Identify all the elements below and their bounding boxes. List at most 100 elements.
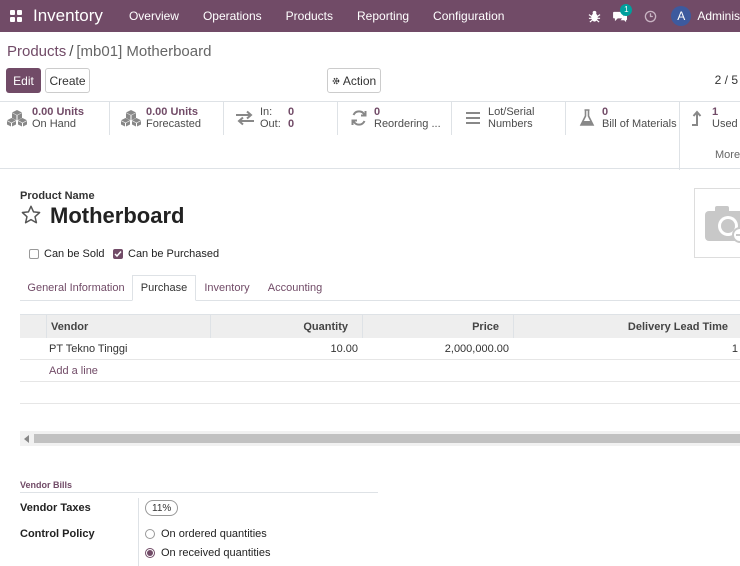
control-policy-label: Control Policy	[20, 528, 95, 540]
cubes-icon	[4, 106, 30, 130]
handle-column	[20, 315, 46, 338]
field-separator	[138, 498, 139, 566]
exchange-icon	[232, 106, 258, 130]
scrollbar-thumb[interactable]	[34, 434, 740, 443]
group-divider	[20, 492, 378, 493]
stat-forecasted[interactable]: 0.00 Units Forecasted	[114, 102, 224, 135]
menu-overview[interactable]: Overview	[117, 0, 191, 32]
breadcrumb: Products / [mb01] Motherboard	[7, 43, 211, 60]
vendor-tax-tag[interactable]: 11%	[145, 500, 179, 516]
empty-row	[20, 404, 740, 426]
lot-serial-line1: Lot/Serial	[488, 106, 535, 118]
action-button-label: Action	[342, 73, 377, 88]
tab-accounting[interactable]: Accounting	[258, 275, 332, 301]
used-label: Used	[712, 118, 738, 130]
on-hand-label: On Hand	[32, 118, 77, 130]
smart-buttons-bar: 0.00 Units On Hand 0.00 Units Forecasted…	[0, 101, 740, 170]
activity-clock-icon[interactable]	[637, 0, 663, 32]
notebook-tabs: General Information Purchase Inventory A…	[20, 275, 740, 301]
stat-reordering[interactable]: 0 Reordering ...	[342, 102, 452, 135]
navbar-systray: 1 A Adminis	[581, 0, 740, 32]
breadcrumb-current: [mb01] Motherboard	[76, 43, 212, 60]
radio-received-quantities[interactable]: On received quantities	[145, 547, 270, 559]
can-be-sold-label: Can be Sold	[44, 248, 105, 260]
empty-row	[20, 382, 740, 404]
apps-menu-icon[interactable]	[2, 0, 30, 32]
user-name[interactable]: Adminis	[697, 9, 740, 23]
can-be-purchased-checkbox[interactable]: Can be Purchased	[113, 248, 219, 260]
app-brand[interactable]: Inventory	[33, 6, 103, 26]
breadcrumb-products-link[interactable]: Products	[7, 43, 66, 60]
product-name-label: Product Name	[20, 190, 95, 202]
forecasted-value: 0.00 Units	[146, 106, 198, 118]
more-stats-button[interactable]: More	[679, 135, 740, 170]
radio-ordered-label: On ordered quantities	[161, 528, 267, 540]
radio-ordered-quantities[interactable]: On ordered quantities	[145, 528, 267, 540]
list-icon	[460, 106, 486, 130]
can-be-purchased-label: Can be Purchased	[128, 248, 220, 260]
level-up-icon	[684, 106, 710, 130]
stat-used-in[interactable]: 1 Used	[679, 102, 739, 135]
product-image-placeholder[interactable]	[694, 188, 740, 258]
column-quantity[interactable]: Quantity	[210, 315, 362, 338]
scroll-left-icon[interactable]	[24, 435, 29, 443]
in-value: 0	[288, 106, 295, 118]
stat-lot-serial[interactable]: Lot/Serial Numbers	[456, 102, 566, 135]
radio-received-label: On received quantities	[161, 547, 271, 559]
user-avatar[interactable]: A	[671, 6, 692, 26]
star-favorite-icon[interactable]	[20, 204, 42, 226]
stat-bill-of-materials[interactable]: 0 Bill of Materials	[570, 102, 680, 135]
cell-quantity[interactable]: 10.00	[210, 338, 358, 360]
stat-in-out[interactable]: In: 0 Out: 0	[228, 102, 338, 135]
reordering-value: 0	[374, 106, 381, 118]
breadcrumb-separator: /	[69, 43, 74, 60]
cell-vendor[interactable]: PT Tekno Tinggi	[49, 338, 209, 360]
add-a-line-link[interactable]: Add a line	[49, 360, 98, 382]
vendor-bills-group-title: Vendor Bills	[20, 480, 73, 490]
tab-general-information[interactable]: General Information	[20, 275, 132, 301]
add-line-row: Add a line	[20, 360, 740, 382]
check-icon	[114, 251, 122, 258]
cell-price[interactable]: 2,000,000.00	[362, 338, 509, 360]
debug-bug-icon[interactable]	[581, 0, 607, 32]
action-button[interactable]: Action	[327, 68, 381, 93]
bom-value: 0	[602, 106, 609, 118]
record-pager[interactable]: 2 / 5	[715, 73, 738, 87]
radio-button-selected[interactable]	[145, 548, 155, 558]
column-delivery-lead-time[interactable]: Delivery Lead Time	[513, 315, 740, 338]
top-navbar: Inventory Overview Operations Products R…	[0, 0, 740, 32]
cell-lead-time[interactable]: 1	[513, 338, 738, 360]
tab-purchase[interactable]: Purchase	[132, 275, 196, 301]
gear-icon	[332, 77, 340, 84]
chat-messages-icon[interactable]: 1	[607, 0, 633, 32]
stat-on-hand[interactable]: 0.00 Units On Hand	[0, 102, 110, 135]
chat-badge: 1	[620, 4, 633, 16]
flask-icon	[574, 106, 600, 130]
product-name[interactable]: Motherboard	[50, 203, 184, 229]
forecasted-label: Forecasted	[146, 118, 202, 130]
table-row[interactable]: PT Tekno Tinggi 10.00 2,000,000.00 1	[20, 338, 740, 360]
checkbox-checked[interactable]	[113, 249, 123, 259]
vendor-table-header: Vendor Quantity Price Delivery Lead Time	[20, 314, 740, 338]
on-hand-value: 0.00 Units	[32, 106, 84, 118]
horizontal-scrollbar[interactable]	[20, 431, 740, 446]
menu-operations[interactable]: Operations	[191, 0, 274, 32]
out-value: 0	[288, 118, 295, 130]
used-value: 1	[712, 106, 719, 118]
column-price[interactable]: Price	[362, 315, 513, 338]
menu-reporting[interactable]: Reporting	[345, 0, 421, 32]
can-be-sold-checkbox[interactable]: Can be Sold	[29, 248, 105, 260]
out-label: Out:	[260, 118, 281, 130]
cubes-icon	[118, 106, 144, 130]
in-label: In:	[260, 106, 273, 118]
tab-inventory[interactable]: Inventory	[196, 275, 258, 301]
bom-label: Bill of Materials	[602, 118, 677, 130]
create-button[interactable]: Create	[45, 68, 90, 93]
edit-button[interactable]: Edit	[6, 68, 41, 93]
menu-products[interactable]: Products	[274, 0, 345, 32]
checkbox-unchecked[interactable]	[29, 249, 39, 259]
menu-configuration[interactable]: Configuration	[421, 0, 516, 32]
column-vendor[interactable]: Vendor	[46, 315, 210, 338]
radio-button[interactable]	[145, 529, 155, 539]
lot-serial-line2: Numbers	[488, 118, 533, 130]
